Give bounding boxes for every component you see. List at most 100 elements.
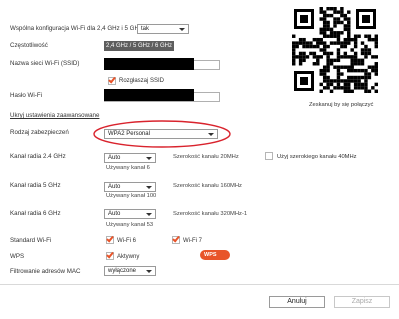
qr-module: [292, 51, 296, 56]
qr-module: [367, 51, 372, 56]
wps-active-label: Aktywny: [117, 254, 140, 260]
wps-active-checkbox[interactable]: [106, 250, 114, 260]
qr-module: [374, 34, 378, 38]
qr-module: [353, 55, 358, 59]
qr-module: [322, 65, 327, 69]
qr-module: [319, 27, 323, 32]
qr-module: [295, 55, 299, 59]
qr-module: [357, 68, 361, 73]
qr-module: [336, 48, 341, 52]
qr-module: [364, 86, 368, 90]
channel-5-value: Auto: [108, 184, 121, 190]
qr-module: [347, 17, 351, 21]
hide-advanced-link[interactable]: Ukryj ustawienia zaawansowane: [10, 112, 99, 120]
qr-module: [336, 79, 341, 83]
broadcast-ssid-checkbox[interactable]: [108, 75, 116, 85]
mac-filter-select[interactable]: wyłączone: [104, 266, 156, 276]
qr-module: [319, 10, 323, 14]
qr-module: [374, 37, 378, 42]
qr-module: [319, 82, 323, 87]
qr-module: [292, 41, 296, 45]
qr-module: [322, 41, 327, 45]
qr-module: [326, 34, 330, 38]
qr-module: [340, 31, 344, 35]
qr-module: [326, 27, 330, 32]
qr-module: [347, 55, 351, 59]
qr-module: [292, 34, 296, 38]
qr-module: [322, 51, 327, 56]
qr-module: [329, 41, 334, 45]
qr-module: [302, 55, 306, 59]
qr-module: [360, 68, 365, 73]
qr-module: [367, 65, 372, 69]
qr-module: [322, 17, 327, 21]
qr-module: [298, 37, 303, 42]
qr-module: [340, 86, 344, 90]
mac-filter-label: Filtrowanie adresów MAC: [10, 268, 81, 275]
checkmark-icon: [172, 234, 180, 243]
qr-module: [343, 13, 348, 18]
qr-module: [347, 89, 351, 93]
qr-module: [347, 20, 351, 25]
wide-channel-checkbox[interactable]: [265, 152, 273, 160]
qr-module: [371, 65, 375, 69]
cancel-button[interactable]: Anuluj: [269, 296, 325, 308]
qr-module: [340, 13, 344, 18]
qr-module: [329, 89, 334, 93]
qr-module: [336, 41, 341, 45]
qr-module: [336, 10, 341, 14]
qr-module: [360, 82, 365, 87]
qr-module: [322, 72, 327, 76]
qr-module: [353, 58, 358, 63]
qr-module: [292, 44, 296, 49]
qr-module: [329, 58, 334, 63]
qr-module: [319, 68, 323, 73]
frequency-label: Częstotliwość: [10, 42, 48, 49]
chevron-down-icon: [146, 186, 152, 189]
qr-module: [343, 27, 348, 32]
wifi-standard-label: Standard Wi-Fi: [10, 237, 52, 244]
wifi6-label: Wi-Fi 6: [117, 238, 136, 244]
channel-6-select[interactable]: Auto: [104, 209, 156, 219]
qr-module: [350, 79, 354, 83]
channel-5-select[interactable]: Auto: [104, 182, 156, 192]
qr-module: [316, 62, 320, 66]
qr-module: [357, 75, 361, 80]
qr-module: [340, 10, 344, 14]
highlight-ellipse: [93, 120, 231, 148]
qr-module: [329, 79, 334, 83]
qr-module: [322, 31, 327, 35]
qr-module: [326, 68, 330, 73]
wifi7-label: Wi-Fi 7: [183, 238, 202, 244]
qr-module: [340, 7, 344, 11]
qr-module: [360, 58, 365, 63]
channel-5-used: Używany kanał 100: [106, 193, 157, 199]
channel-6-width: Szerokość kanału 320MHz-1: [173, 211, 248, 217]
qr-module: [312, 44, 317, 49]
wifi7-checkbox[interactable]: [172, 234, 180, 244]
qr-module: [343, 82, 348, 87]
broadcast-ssid-label: Rozgłaszaj SSID: [119, 78, 165, 84]
qr-module: [322, 79, 327, 83]
qr-module: [312, 37, 317, 42]
qr-module: [333, 34, 337, 38]
qr-module: [367, 34, 372, 38]
qr-module: [329, 31, 334, 35]
qr-module: [292, 48, 296, 52]
qr-module: [371, 55, 375, 59]
qr-module: [340, 44, 344, 49]
qr-module: [350, 58, 354, 63]
qr-module: [329, 62, 334, 66]
save-button[interactable]: Zapisz: [334, 296, 390, 308]
qr-module: [298, 41, 303, 45]
qr-module: [353, 34, 358, 38]
qr-module: [374, 72, 378, 76]
qr-module: [350, 62, 354, 66]
channel-24-select[interactable]: Auto: [104, 153, 156, 163]
qr-module: [360, 62, 365, 66]
wifi6-checkbox[interactable]: [106, 234, 114, 244]
qr-module: [326, 75, 330, 80]
qr-module: [336, 20, 341, 25]
shared-config-select[interactable]: tak: [137, 24, 189, 34]
wps-button[interactable]: WPS: [200, 250, 230, 260]
